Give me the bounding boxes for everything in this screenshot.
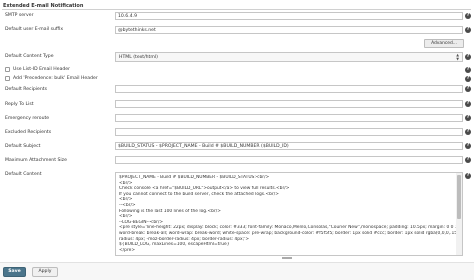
help-icon[interactable]: ? bbox=[465, 129, 471, 135]
default-recipients-label: Default Recipients bbox=[5, 87, 47, 92]
add-precedence-checkbox[interactable] bbox=[5, 76, 10, 81]
content-type-label: Default Content Type bbox=[5, 54, 54, 59]
section-divider bbox=[2, 9, 471, 10]
use-list-id-row: Use List-ID Email Header bbox=[5, 67, 70, 72]
help-icon[interactable]: ? bbox=[465, 86, 471, 92]
emergency-reroute-input[interactable] bbox=[115, 114, 463, 122]
smtp-server-label: SMTP server bbox=[5, 13, 34, 18]
save-button[interactable]: Save bbox=[3, 267, 26, 277]
email-suffix-label: Default user E-mail suffix bbox=[5, 27, 64, 32]
help-icon[interactable]: ? bbox=[465, 101, 471, 107]
default-subject-label: Default Subject bbox=[5, 144, 41, 149]
help-icon[interactable]: ? bbox=[465, 76, 471, 82]
use-list-id-checkbox[interactable] bbox=[5, 67, 10, 72]
content-type-value: HTML (text/html) bbox=[119, 55, 158, 60]
help-icon[interactable]: ? bbox=[465, 27, 471, 33]
advanced-button[interactable]: Advanced... bbox=[424, 39, 464, 48]
smtp-server-input[interactable]: 10.6.4.9 bbox=[115, 12, 463, 20]
apply-button[interactable]: Apply bbox=[32, 267, 58, 277]
default-subject-input[interactable]: $BUILD_STATUS - $PROJECT_NAME - Build # … bbox=[115, 142, 463, 150]
textarea-scrollbar[interactable] bbox=[456, 173, 462, 255]
max-attachment-label: Maximum Attachment Size bbox=[5, 158, 67, 163]
help-icon[interactable]: ? bbox=[465, 13, 471, 19]
default-recipients-input[interactable] bbox=[115, 85, 463, 93]
reply-to-input[interactable] bbox=[115, 100, 463, 108]
max-attachment-input[interactable] bbox=[115, 156, 463, 164]
bottom-button-bar bbox=[0, 262, 474, 280]
email-suffix-input[interactable]: @bytethinks.net bbox=[115, 26, 463, 34]
excluded-recipients-input[interactable] bbox=[115, 128, 463, 136]
default-content-textarea[interactable]: $PROJECT_NAME - Build # $BUILD_NUMBER - … bbox=[115, 172, 463, 256]
scrollbar-thumb[interactable] bbox=[457, 175, 461, 219]
emergency-reroute-label: Emergency reroute bbox=[5, 116, 50, 121]
help-icon[interactable]: ? bbox=[465, 54, 471, 60]
content-line: word-break: break-all; word-wrap: break-… bbox=[119, 230, 459, 236]
help-icon[interactable]: ? bbox=[465, 143, 471, 149]
add-precedence-label: Add 'Precedence: bulk' Email Header bbox=[13, 76, 98, 81]
help-icon[interactable]: ? bbox=[465, 115, 471, 121]
excluded-recipients-label: Excluded Recipients bbox=[5, 130, 52, 135]
add-precedence-row: Add 'Precedence: bulk' Email Header bbox=[5, 76, 98, 81]
help-icon[interactable]: ? bbox=[465, 173, 471, 179]
default-content-label: Default Content bbox=[5, 172, 42, 177]
resize-grip-icon[interactable] bbox=[282, 257, 292, 259]
reply-to-label: Reply To List bbox=[5, 102, 34, 107]
use-list-id-label: Use List-ID Email Header bbox=[13, 67, 71, 72]
help-icon[interactable]: ? bbox=[465, 157, 471, 163]
select-arrows-icon: ▲ ▼ bbox=[456, 53, 459, 61]
content-type-select[interactable]: HTML (text/html) ▲ ▼ bbox=[115, 52, 463, 62]
content-line: </pre> bbox=[119, 247, 136, 253]
help-icon[interactable]: ? bbox=[465, 67, 471, 73]
